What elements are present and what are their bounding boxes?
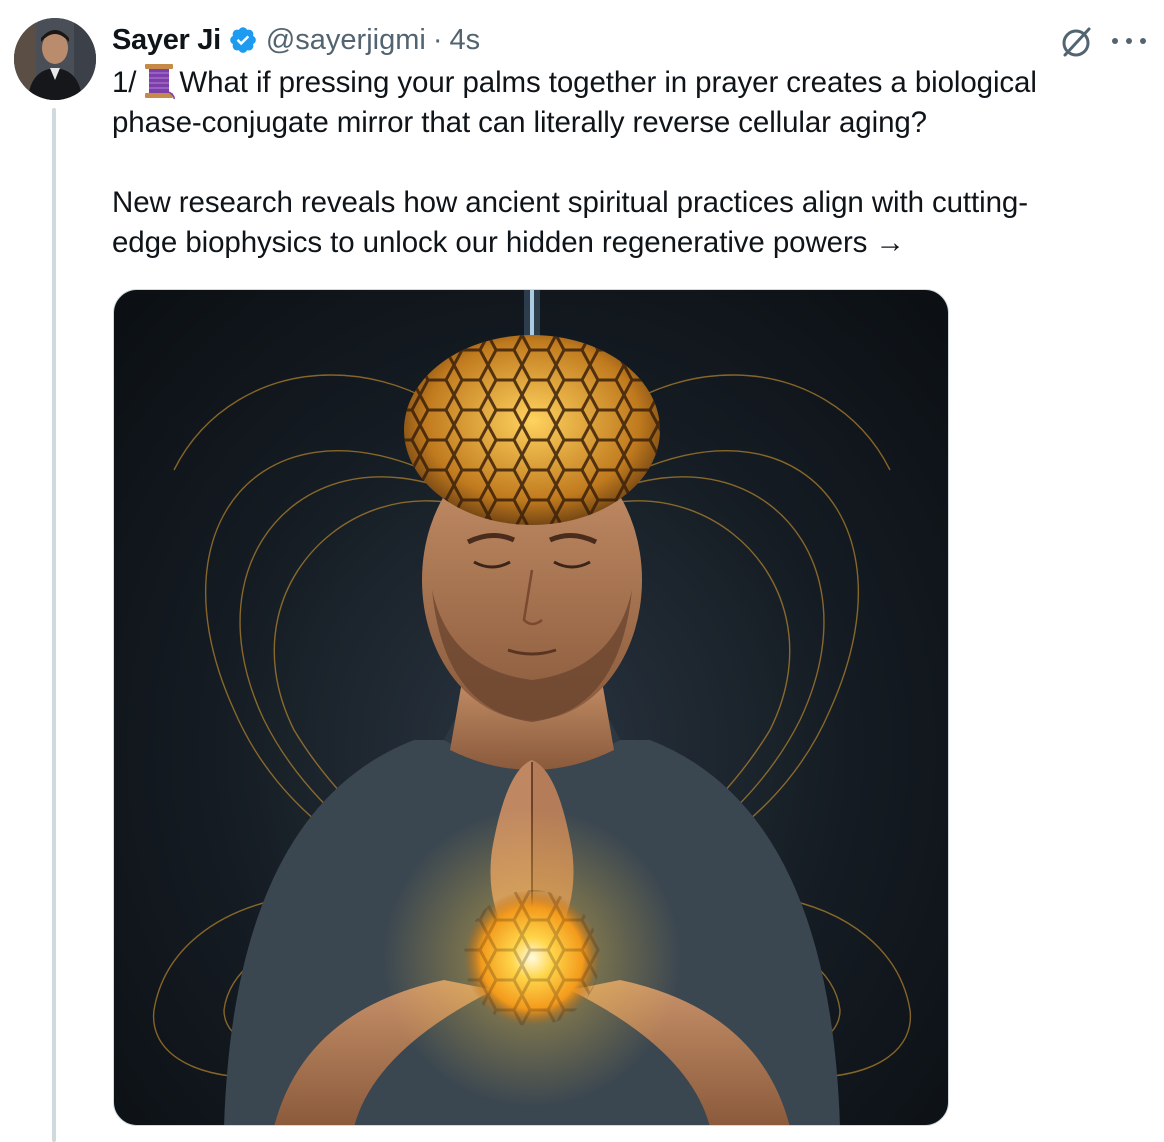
tweet-line-2: phase-conjugate mirror that can literall…	[112, 106, 927, 139]
tweet-line-1: 1/ What if pressing your palms together …	[112, 62, 1112, 103]
thread-line	[52, 108, 56, 1142]
tweet-text: 1/ What if pressing your palms together …	[112, 62, 1112, 263]
separator-dot: ·	[432, 23, 443, 56]
meditation-illustration	[153, 290, 911, 1125]
tweet-line-1-text: What if pressing your palms together in …	[179, 66, 1037, 99]
thread-number: 1/	[112, 66, 137, 99]
thread-spool-emoji	[145, 64, 176, 100]
tweet-blank-line	[112, 143, 1112, 183]
timestamp[interactable]: 4s	[450, 24, 481, 57]
verified-badge-icon	[230, 27, 256, 53]
author-handle[interactable]: @sayerjigmi	[266, 24, 426, 57]
more-dot	[1112, 38, 1118, 44]
tweet-header: Sayer Ji @sayerjigmi · 4s	[112, 22, 480, 58]
more-dot	[1126, 38, 1132, 44]
more-dot	[1140, 38, 1146, 44]
more-options-icon[interactable]	[1112, 26, 1146, 56]
author-name[interactable]: Sayer Ji	[112, 24, 221, 57]
tweet: Sayer Ji @sayerjigmi · 4s 1/ What if pre…	[0, 0, 1164, 1142]
tweet-line-3: New research reveals how ancient spiritu…	[112, 186, 1028, 219]
avatar[interactable]	[14, 18, 96, 100]
tweet-line-4: edge biophysics to unlock our hidden reg…	[112, 226, 905, 259]
grok-icon[interactable]	[1058, 24, 1094, 60]
tweet-image[interactable]	[113, 289, 949, 1126]
